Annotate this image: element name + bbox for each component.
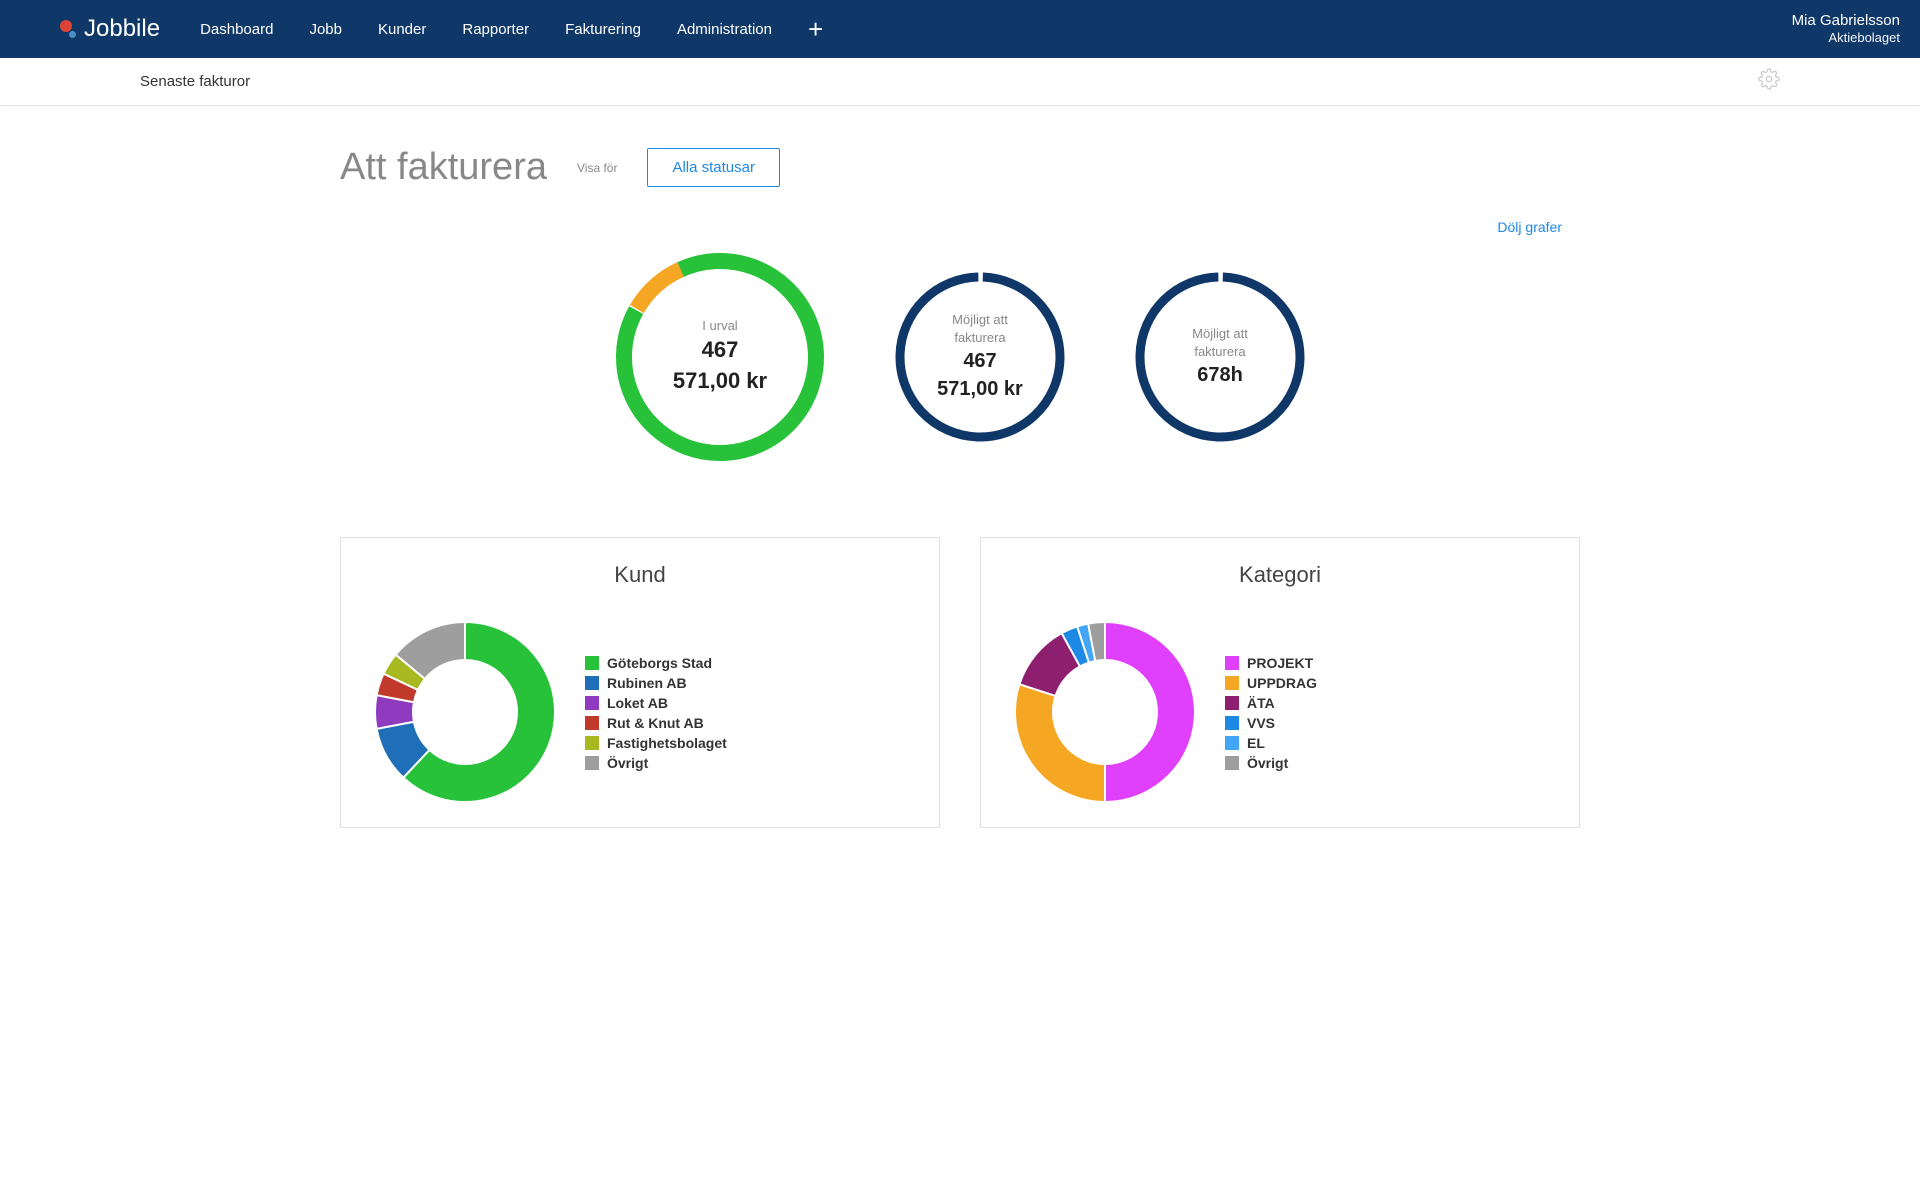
legend-swatch <box>1225 696 1239 710</box>
possible-amount-value: 467 571,00 kr <box>935 347 1025 403</box>
selection-value: 467 571,00 kr <box>665 335 775 397</box>
nav-administration[interactable]: Administration <box>677 21 772 38</box>
legend-item: Loket AB <box>585 695 727 711</box>
summary-selection: I urval 467 571,00 kr <box>610 247 830 467</box>
summary-possible-hours: Möjligt att fakturera 678h <box>1130 267 1310 447</box>
selection-label: I urval <box>665 317 775 335</box>
chart-panels: Kund Göteborgs Stad Rubinen AB Loket AB Rut… <box>340 537 1580 828</box>
possible-amount-label: Möjligt att fakturera <box>935 311 1025 347</box>
category-panel: Kategori PROJEKT UPPDRAG ÄTA VVS EL Övrigt <box>980 537 1580 828</box>
legend-item: Rubinen AB <box>585 675 727 691</box>
nav-items: Dashboard Jobb Kunder Rapporter Fakturer… <box>200 14 1792 45</box>
subbar-title: Senaste fakturor <box>140 73 250 90</box>
legend-item: ÄTA <box>1225 695 1317 711</box>
customer-donut <box>365 612 565 817</box>
legend-item: Fastighetsbolaget <box>585 735 727 751</box>
user-name: Mia Gabrielsson <box>1792 12 1900 30</box>
legend-label: Övrigt <box>607 755 648 771</box>
hide-charts-row: Dölj grafer <box>340 219 1580 237</box>
summary-row: I urval 467 571,00 kr Möjligt att faktur… <box>340 247 1580 467</box>
legend-swatch <box>585 756 599 770</box>
legend-label: Göteborgs Stad <box>607 655 712 671</box>
top-nav: Jobbile Dashboard Jobb Kunder Rapporter … <box>0 0 1920 58</box>
legend-item: Göteborgs Stad <box>585 655 727 671</box>
legend-swatch <box>1225 676 1239 690</box>
hide-charts-link[interactable]: Dölj grafer <box>1497 219 1562 235</box>
nav-kunder[interactable]: Kunder <box>378 21 426 38</box>
legend-swatch <box>1225 756 1239 770</box>
legend-label: Rubinen AB <box>607 675 687 691</box>
legend-item: Rut & Knut AB <box>585 715 727 731</box>
content: Att fakturera Visa för Alla statusar Döl… <box>240 106 1680 828</box>
status-filter-button[interactable]: Alla statusar <box>647 148 780 187</box>
logo[interactable]: Jobbile <box>60 15 160 43</box>
legend-item: PROJEKT <box>1225 655 1317 671</box>
nav-rapporter[interactable]: Rapporter <box>462 21 529 38</box>
category-donut <box>1005 612 1205 817</box>
legend-swatch <box>585 676 599 690</box>
legend-item: Övrigt <box>585 755 727 771</box>
legend-item: UPPDRAG <box>1225 675 1317 691</box>
legend-swatch <box>1225 716 1239 730</box>
possible-hours-value: 678h <box>1175 361 1265 389</box>
user-company: Aktiebolaget <box>1792 30 1900 46</box>
category-legend: PROJEKT UPPDRAG ÄTA VVS EL Övrigt <box>1225 655 1317 775</box>
page-header: Att fakturera Visa för Alla statusar <box>340 146 1580 189</box>
legend-swatch <box>1225 736 1239 750</box>
legend-label: EL <box>1247 735 1265 751</box>
logo-icon <box>60 20 78 38</box>
user-block[interactable]: Mia Gabrielsson Aktiebolaget <box>1792 12 1900 46</box>
legend-item: EL <box>1225 735 1317 751</box>
summary-possible-amount: Möjligt att fakturera 467 571,00 kr <box>890 267 1070 447</box>
legend-swatch <box>585 696 599 710</box>
legend-label: Rut & Knut AB <box>607 715 704 731</box>
legend-label: PROJEKT <box>1247 655 1313 671</box>
legend-label: ÄTA <box>1247 695 1275 711</box>
possible-hours-label: Möjligt att fakturera <box>1175 325 1265 361</box>
page-title: Att fakturera <box>340 146 547 189</box>
nav-jobb[interactable]: Jobb <box>309 21 342 38</box>
gear-icon[interactable] <box>1758 68 1780 95</box>
legend-swatch <box>585 656 599 670</box>
category-panel-title: Kategori <box>1005 562 1555 588</box>
legend-swatch <box>1225 656 1239 670</box>
customer-panel-title: Kund <box>365 562 915 588</box>
legend-label: Övrigt <box>1247 755 1288 771</box>
nav-dashboard[interactable]: Dashboard <box>200 21 273 38</box>
legend-label: Loket AB <box>607 695 668 711</box>
add-button[interactable]: + <box>808 14 823 45</box>
legend-swatch <box>585 716 599 730</box>
legend-label: UPPDRAG <box>1247 675 1317 691</box>
legend-swatch <box>585 736 599 750</box>
legend-label: VVS <box>1247 715 1275 731</box>
sub-bar: Senaste fakturor <box>0 58 1920 106</box>
legend-label: Fastighetsbolaget <box>607 735 727 751</box>
legend-item: Övrigt <box>1225 755 1317 771</box>
customer-legend: Göteborgs Stad Rubinen AB Loket AB Rut & Kn… <box>585 655 727 775</box>
logo-text: Jobbile <box>84 15 160 43</box>
customer-panel: Kund Göteborgs Stad Rubinen AB Loket AB Rut… <box>340 537 940 828</box>
legend-item: VVS <box>1225 715 1317 731</box>
nav-fakturering[interactable]: Fakturering <box>565 21 641 38</box>
filter-label: Visa för <box>577 161 617 175</box>
